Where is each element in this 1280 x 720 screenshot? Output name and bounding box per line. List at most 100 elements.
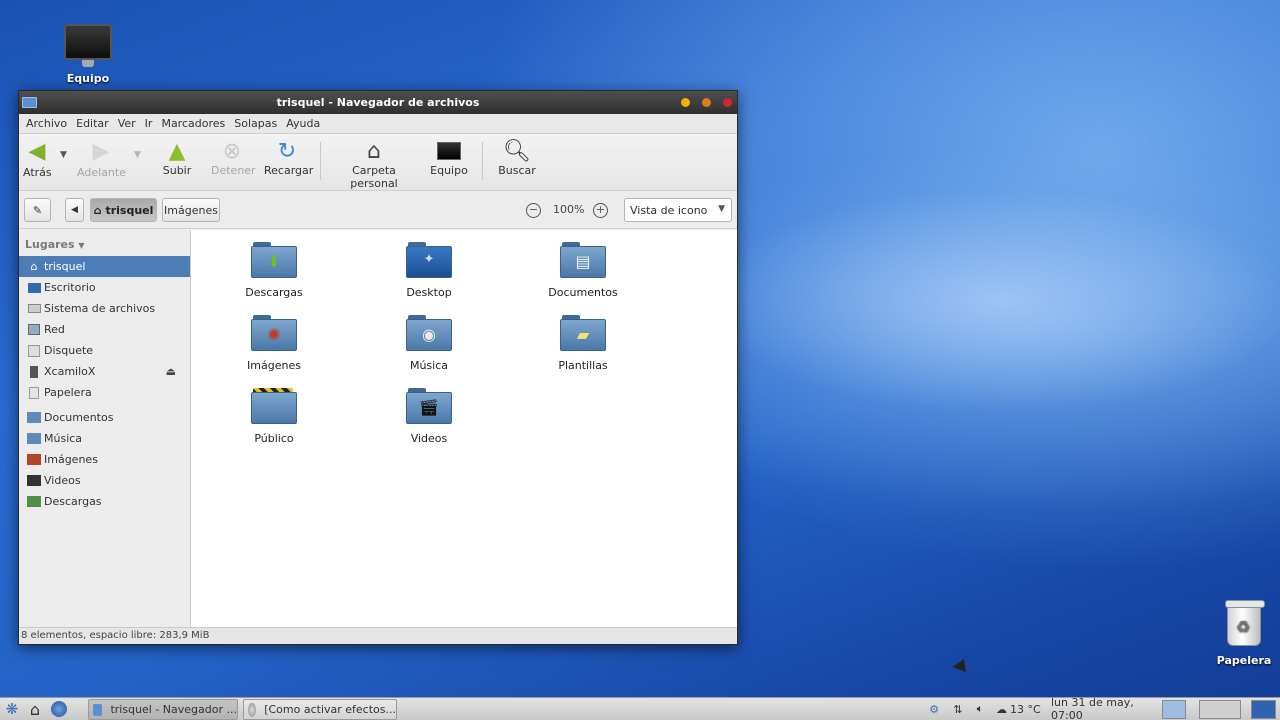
- zoom-out-icon[interactable]: −: [526, 203, 541, 218]
- workspace-2[interactable]: [1199, 700, 1241, 719]
- minimize-button[interactable]: [681, 98, 690, 107]
- folder-desktop-icon: ✦: [406, 242, 452, 278]
- sidebar-heading[interactable]: Lugares ▼: [19, 236, 190, 256]
- sidebar-item-papelera[interactable]: Papelera: [19, 382, 190, 403]
- folder-pictures-icon: ✺: [251, 315, 297, 351]
- sidebar-item-descargas[interactable]: Descargas: [19, 491, 190, 512]
- computer-button[interactable]: Equipo: [429, 138, 469, 177]
- eject-icon[interactable]: ⏏: [166, 365, 176, 378]
- home-label: Carpeta personal: [350, 164, 398, 190]
- maximize-button[interactable]: [702, 98, 711, 107]
- clock[interactable]: lun 31 de may, 07:00: [1051, 696, 1156, 720]
- stop-label: Detener: [211, 164, 256, 177]
- location-bar: ✎ ◀ ⌂ trisquel Imágenes − 100% + Vista d…: [19, 191, 737, 229]
- chevron-down-icon: ▼: [718, 204, 725, 214]
- folder-item-publico[interactable]: Público: [219, 388, 329, 445]
- close-button[interactable]: [723, 98, 732, 107]
- menu-ir[interactable]: Ir: [142, 114, 159, 133]
- edit-location-button[interactable]: ✎: [24, 198, 51, 222]
- home-icon[interactable]: ⌂: [25, 698, 45, 720]
- menu-bar: Archivo Editar Ver Ir Marcadores Solapas…: [19, 114, 737, 134]
- menu-archivo[interactable]: Archivo: [23, 114, 73, 133]
- file-manager-icon: [93, 703, 103, 716]
- menu-marcadores[interactable]: Marcadores: [158, 114, 231, 133]
- reload-button[interactable]: ↻ Recargar: [264, 138, 314, 178]
- back-label: Atrás: [23, 166, 52, 179]
- trash-icon: [27, 386, 41, 399]
- volume-icon[interactable]: 🔈︎: [972, 698, 988, 720]
- path-button-imagenes[interactable]: Imágenes: [162, 198, 220, 222]
- desktop-icon-computer[interactable]: Equipo: [48, 24, 128, 85]
- menu-ayuda[interactable]: Ayuda: [283, 114, 326, 133]
- forward-history-dropdown[interactable]: ▼: [134, 150, 141, 160]
- reload-icon: ↻: [277, 138, 297, 164]
- folder-videos-icon: [27, 475, 41, 487]
- view-mode-select[interactable]: Vista de icono ▼: [624, 198, 732, 222]
- forward-button[interactable]: ▶ Adelante: [77, 138, 126, 180]
- folder-item-plantillas[interactable]: ▰ Plantillas: [528, 315, 638, 372]
- reload-label: Recargar: [264, 164, 314, 177]
- window-title: trisquel - Navegador de archivos: [276, 96, 480, 109]
- folder-item-musica[interactable]: ◉ Música: [374, 315, 484, 372]
- menu-ver[interactable]: Ver: [115, 114, 142, 133]
- folder-music-icon: [27, 433, 41, 445]
- show-desktop-button[interactable]: [1251, 700, 1276, 719]
- sidebar-item-xcamilox[interactable]: XcamiloX ⏏: [19, 361, 190, 382]
- menu-solapas[interactable]: Solapas: [231, 114, 283, 133]
- task-button-browser[interactable]: [Como activar efectos...: [243, 699, 397, 720]
- folder-templates-icon: ▰: [560, 315, 606, 351]
- weather-widget[interactable]: ☁ 13 °C: [996, 698, 1050, 720]
- sidebar-item-documentos[interactable]: Documentos: [19, 407, 190, 428]
- folder-item-desktop[interactable]: ✦ Desktop: [374, 242, 484, 299]
- desktop-icon: [27, 282, 41, 294]
- folder-downloads-icon: [27, 496, 41, 508]
- desktop-icon-label: Equipo: [66, 72, 110, 85]
- desktop-icon-label: Papelera: [1216, 654, 1272, 667]
- sidebar-item-disquete[interactable]: Disquete: [19, 340, 190, 361]
- folder-item-documentos[interactable]: ▤ Documentos: [528, 242, 638, 299]
- folder-label: Imágenes: [247, 359, 301, 372]
- content-area: Lugares ▼ ⌂ trisquel Escritorio Sistema d…: [19, 230, 737, 628]
- home-button[interactable]: ⌂ Carpeta personal: [332, 138, 416, 191]
- web-browser-icon[interactable]: [49, 698, 69, 720]
- update-notifier-icon[interactable]: ⚙: [926, 698, 942, 720]
- toolbar: ◀ Atrás ▼ ▶ Adelante ▼ ▲ Subir ⊗ Detener…: [19, 134, 737, 191]
- task-button-file-manager[interactable]: trisquel - Navegador ...: [88, 699, 238, 720]
- folder-label: Desktop: [406, 286, 452, 299]
- trisquel-menu-icon[interactable]: ❋: [3, 698, 21, 720]
- stop-button[interactable]: ⊗ Detener: [211, 138, 256, 178]
- zoom-in-icon[interactable]: +: [593, 203, 608, 218]
- network-icon[interactable]: ⇅: [950, 698, 966, 720]
- folder-label: Música: [409, 359, 449, 372]
- menu-editar[interactable]: Editar: [73, 114, 115, 133]
- folder-item-descargas[interactable]: ⬇ Descargas: [219, 242, 329, 299]
- folder-pictures-icon: [27, 454, 41, 466]
- sidebar-item-musica[interactable]: Música: [19, 428, 190, 449]
- sidebar: Lugares ▼ ⌂ trisquel Escritorio Sistema d…: [19, 230, 191, 628]
- icon-view[interactable]: ⬇ Descargas ✦ Desktop ▤ Documentos ✺ Imá…: [191, 230, 737, 628]
- sidebar-item-imagenes[interactable]: Imágenes: [19, 449, 190, 470]
- back-history-dropdown[interactable]: ▼: [60, 150, 67, 160]
- folder-item-imagenes[interactable]: ✺ Imágenes: [219, 315, 329, 372]
- window-titlebar[interactable]: trisquel - Navegador de archivos: [19, 91, 737, 114]
- sidebar-item-sistema-de-archivos[interactable]: Sistema de archivos: [19, 298, 190, 319]
- search-button[interactable]: 🔍︎ Buscar: [497, 138, 537, 178]
- computer-label: Equipo: [430, 164, 468, 177]
- folder-label: Público: [254, 432, 294, 445]
- workspace-1[interactable]: [1162, 700, 1186, 719]
- path-scroll-left-button[interactable]: ◀: [65, 198, 84, 222]
- path-button-trisquel[interactable]: ⌂ trisquel: [90, 198, 157, 222]
- view-mode-value: Vista de icono: [630, 204, 708, 217]
- back-button[interactable]: ◀ Atrás: [23, 138, 52, 180]
- search-icon: 🔍︎: [503, 138, 531, 164]
- sidebar-item-red[interactable]: Red: [19, 319, 190, 340]
- up-button[interactable]: ▲ Subir: [161, 138, 193, 178]
- taskbar: ❋ ⌂ trisquel - Navegador ... [Como activ…: [0, 696, 1280, 720]
- desktop-icon-trash[interactable]: ♻ Papelera: [1204, 600, 1280, 667]
- sidebar-item-escritorio[interactable]: Escritorio: [19, 277, 190, 298]
- folder-item-videos[interactable]: 🎬︎ Videos: [374, 388, 484, 445]
- sidebar-item-trisquel[interactable]: ⌂ trisquel: [19, 256, 190, 277]
- usb-drive-icon: [27, 365, 41, 378]
- sidebar-item-videos[interactable]: Videos: [19, 470, 190, 491]
- folder-videos-icon: 🎬︎: [406, 388, 452, 424]
